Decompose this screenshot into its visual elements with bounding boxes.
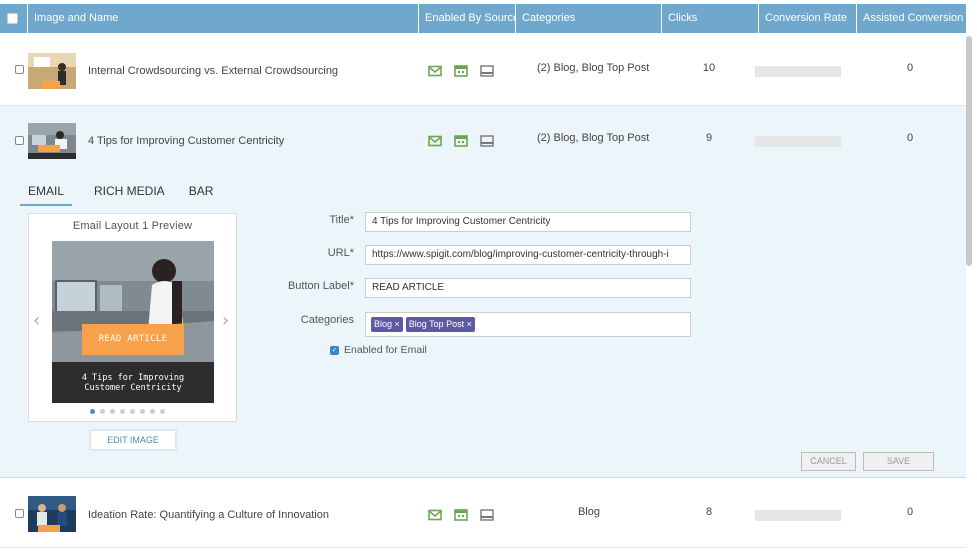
categories-input[interactable]: Blog × Blog Top Post × — [365, 312, 691, 337]
preview-caption-line2: Customer Centricity — [84, 383, 182, 393]
save-button[interactable]: SAVE — [863, 452, 934, 471]
editor-tabs: EMAIL RICH MEDIA BAR — [20, 184, 216, 206]
article-thumbnail — [28, 496, 76, 532]
button-label-input[interactable]: READ ARTICLE — [365, 278, 691, 298]
conversion-rate-bar — [755, 510, 841, 521]
article-name[interactable]: 4 Tips for Improving Customer Centricity — [88, 135, 284, 147]
email-preview-card: Email Layout 1 Preview ‹ READ ARTICLE 4 … — [28, 213, 237, 422]
url-label: URL* — [327, 247, 354, 259]
cancel-button[interactable]: CANCEL — [801, 452, 856, 471]
bar-icon[interactable] — [480, 509, 494, 521]
enabled-for-email-checkbox[interactable]: ✓ — [330, 345, 339, 355]
email-icon[interactable] — [428, 509, 442, 521]
row-clicks: 8 — [705, 506, 713, 518]
select-all-cell[interactable] — [0, 4, 28, 33]
enabled-for-email[interactable]: ✓ Enabled for Email — [330, 344, 427, 356]
preview-caption: 4 Tips for Improving Customer Centricity — [52, 362, 214, 403]
col-enabled-by-source[interactable]: Enabled By Source — [419, 4, 516, 33]
title-label: Title* — [329, 214, 354, 226]
rich-media-icon[interactable] — [454, 135, 468, 147]
article-name[interactable]: Ideation Rate: Quantifying a Culture of … — [88, 509, 329, 521]
rich-media-icon[interactable] — [454, 509, 468, 521]
category-tag[interactable]: Blog Top Post × — [405, 317, 475, 332]
article-thumbnail — [28, 53, 76, 89]
preview-title: Email Layout 1 Preview — [72, 220, 193, 232]
carousel-dot[interactable] — [160, 409, 165, 414]
select-all-checkbox[interactable] — [7, 13, 18, 24]
tab-bar[interactable]: BAR — [187, 184, 216, 206]
source-icons — [428, 135, 494, 147]
carousel-dot[interactable] — [110, 409, 115, 414]
table-row[interactable]: 4 Tips for Improving Customer Centricity… — [0, 106, 966, 178]
row-categories: Blog — [578, 506, 601, 518]
col-clicks[interactable]: Clicks — [662, 4, 759, 33]
carousel-dot[interactable] — [140, 409, 145, 414]
preview-caption-line1: 4 Tips for Improving — [81, 373, 185, 383]
email-icon[interactable] — [428, 135, 442, 147]
category-tag[interactable]: Blog × — [371, 317, 403, 332]
table-row[interactable]: Internal Crowdsourcing vs. External Crow… — [0, 34, 966, 106]
vertical-scrollbar[interactable] — [966, 36, 972, 266]
carousel-dot[interactable] — [90, 409, 95, 414]
source-icons — [428, 65, 494, 77]
enabled-for-email-label: Enabled for Email — [344, 344, 427, 356]
conversion-rate-bar — [755, 136, 841, 147]
row-assisted: 0 — [906, 506, 914, 518]
preview-read-article-button: READ ARTICLE — [82, 324, 184, 355]
col-assisted-conversion[interactable]: Assisted Conversion — [857, 4, 966, 33]
source-icons — [428, 509, 494, 521]
title-input[interactable]: 4 Tips for Improving Customer Centricity — [365, 212, 691, 232]
carousel-dots — [90, 409, 165, 414]
carousel-dot[interactable] — [150, 409, 155, 414]
button-label-label: Button Label* — [287, 280, 354, 292]
col-conversion-rate[interactable]: Conversion Rate — [759, 4, 857, 33]
rich-media-icon[interactable] — [454, 65, 468, 77]
table-row[interactable]: Ideation Rate: Quantifying a Culture of … — [0, 478, 966, 548]
tab-email[interactable]: EMAIL — [20, 184, 73, 206]
edit-image-button[interactable]: EDIT IMAGE — [89, 429, 177, 451]
article-name[interactable]: Internal Crowdsourcing vs. External Crow… — [88, 65, 338, 77]
bar-icon[interactable] — [480, 65, 494, 77]
conversion-rate-bar — [755, 66, 841, 77]
preview-image: READ ARTICLE 4 Tips for Improving Custom… — [52, 241, 214, 403]
carousel-dot[interactable] — [100, 409, 105, 414]
col-categories[interactable]: Categories — [516, 4, 662, 33]
email-icon[interactable] — [428, 65, 442, 77]
table-header: Image and Name Enabled By Source Categor… — [0, 4, 966, 33]
url-input[interactable]: https://www.spigit.com/blog/improving-cu… — [365, 245, 691, 265]
row-categories: (2) Blog, Blog Top Post — [537, 62, 650, 74]
categories-label: Categories — [300, 314, 354, 326]
tab-rich-media[interactable]: RICH MEDIA — [92, 184, 167, 206]
col-image-and-name[interactable]: Image and Name — [28, 4, 419, 33]
article-thumbnail — [28, 123, 76, 159]
row-categories: (2) Blog, Blog Top Post — [537, 132, 650, 144]
row-checkbox[interactable] — [15, 509, 24, 518]
chevron-left-icon[interactable]: ‹ — [33, 310, 40, 331]
row-checkbox[interactable] — [15, 136, 24, 145]
carousel-dot[interactable] — [120, 409, 125, 414]
row-clicks: 9 — [705, 132, 713, 144]
bar-icon[interactable] — [480, 135, 494, 147]
carousel-dot[interactable] — [130, 409, 135, 414]
row-assisted: 0 — [906, 132, 914, 144]
chevron-right-icon[interactable]: › — [222, 310, 229, 331]
row-assisted: 0 — [906, 62, 914, 74]
row-checkbox[interactable] — [15, 65, 24, 74]
row-clicks: 10 — [702, 62, 716, 74]
